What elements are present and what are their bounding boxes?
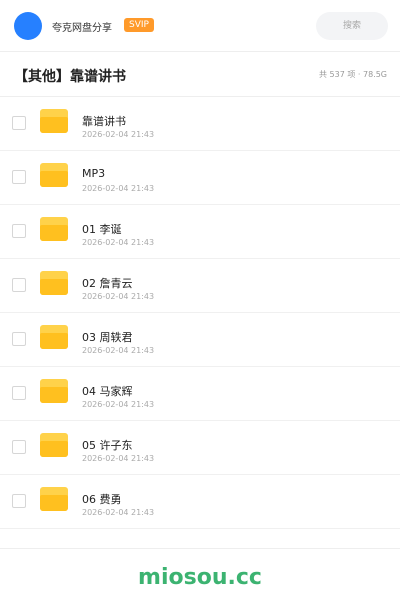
folder-meta: 共 537 项 · 78.5G	[319, 70, 387, 79]
folder-icon	[40, 487, 68, 511]
list-item[interactable]: 06 费勇 2026-02-04 21:43	[0, 475, 400, 529]
folder-icon	[40, 433, 68, 457]
select-checkbox[interactable]	[12, 440, 26, 454]
search-input[interactable]: 搜索	[316, 12, 388, 40]
file-name: 02 詹青云	[82, 277, 133, 290]
list-item[interactable]: 04 马家辉 2026-02-04 21:43	[0, 367, 400, 421]
select-checkbox[interactable]	[12, 386, 26, 400]
select-checkbox[interactable]	[12, 332, 26, 346]
file-date: 2026-02-04 21:43	[82, 508, 155, 517]
footer: miosou.cc	[0, 548, 400, 600]
file-name: 03 周轶君	[82, 331, 133, 344]
list-item[interactable]: 靠谱讲书 2026-02-04 21:43	[0, 97, 400, 151]
list-item[interactable]: MP3 2026-02-04 21:43	[0, 151, 400, 205]
folder-icon	[40, 217, 68, 241]
list-item[interactable]: 05 许子东 2026-02-04 21:43	[0, 421, 400, 475]
file-name: 01 李诞	[82, 223, 122, 236]
file-date: 2026-02-04 21:43	[82, 454, 155, 463]
select-checkbox[interactable]	[12, 278, 26, 292]
folder-icon	[40, 109, 68, 133]
file-name: 04 马家辉	[82, 385, 133, 398]
file-list: 靠谱讲书 2026-02-04 21:43 MP3 2026-02-04 21:…	[0, 97, 400, 529]
file-date: 2026-02-04 21:43	[82, 184, 155, 193]
avatar[interactable]	[14, 12, 42, 40]
select-checkbox[interactable]	[12, 170, 26, 184]
folder-icon	[40, 325, 68, 349]
file-date: 2026-02-04 21:43	[82, 130, 155, 139]
title-bar: 【其他】靠谱讲书 共 537 项 · 78.5G	[0, 52, 400, 97]
select-checkbox[interactable]	[12, 224, 26, 238]
select-checkbox[interactable]	[12, 116, 26, 130]
folder-icon	[40, 271, 68, 295]
file-name: 靠谱讲书	[82, 115, 126, 128]
file-date: 2026-02-04 21:43	[82, 292, 155, 301]
list-item[interactable]: 01 李诞 2026-02-04 21:43	[0, 205, 400, 259]
site-watermark: miosou.cc	[138, 565, 262, 590]
file-name: MP3	[82, 167, 106, 180]
share-owner-name: 夸克网盘分享	[52, 23, 112, 34]
select-checkbox[interactable]	[12, 494, 26, 508]
page-title: 【其他】靠谱讲书	[14, 69, 126, 85]
folder-icon	[40, 379, 68, 403]
file-date: 2026-02-04 21:43	[82, 400, 155, 409]
top-bar: 夸克网盘分享 SVIP 搜索	[0, 0, 400, 52]
file-name: 06 费勇	[82, 493, 122, 506]
svip-badge: SVIP	[124, 18, 154, 32]
folder-icon	[40, 163, 68, 187]
list-item[interactable]: 03 周轶君 2026-02-04 21:43	[0, 313, 400, 367]
file-date: 2026-02-04 21:43	[82, 238, 155, 247]
file-name: 05 许子东	[82, 439, 133, 452]
list-item[interactable]: 02 詹青云 2026-02-04 21:43	[0, 259, 400, 313]
file-date: 2026-02-04 21:43	[82, 346, 155, 355]
